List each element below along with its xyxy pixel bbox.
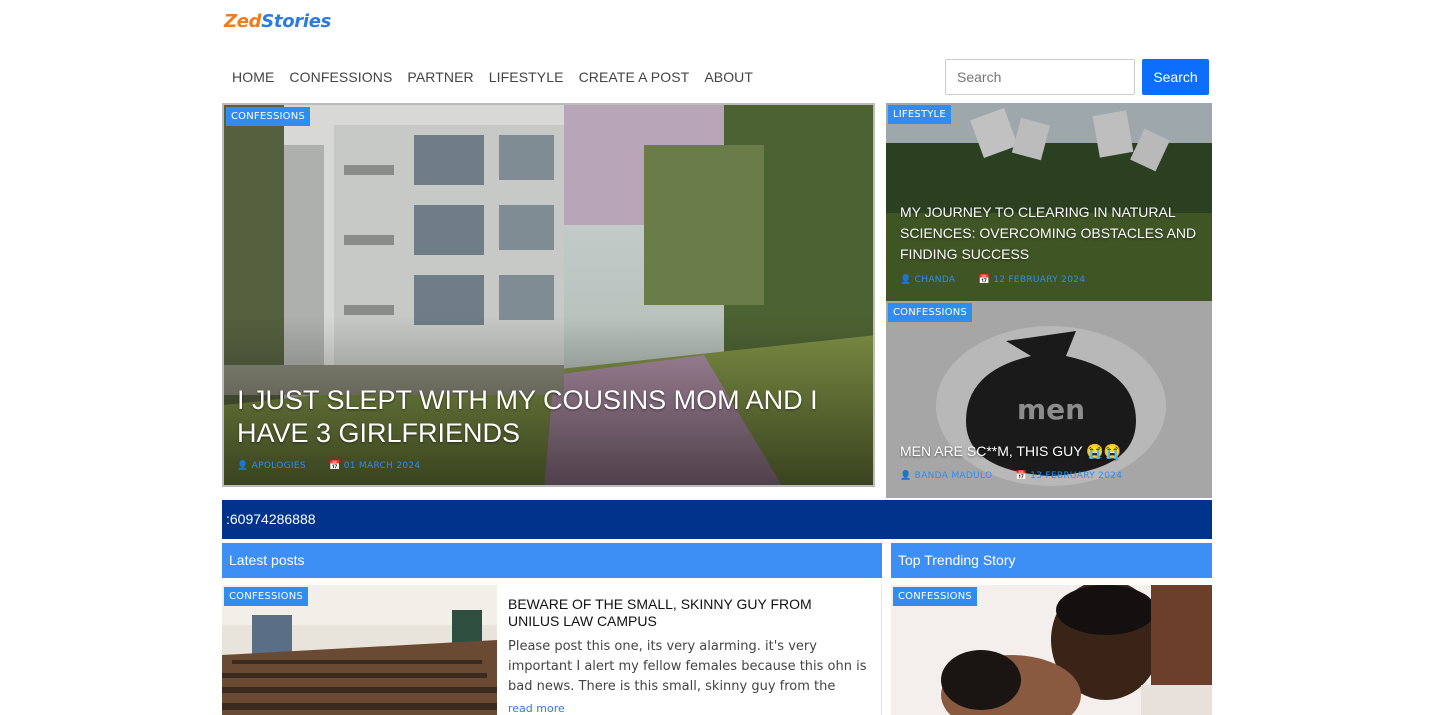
hero-post[interactable]: CONFESSIONS I JUST SLEPT WITH MY COUSINS… [222,103,875,487]
side-post-1-meta: 👤 CHANDA 📅 12 FEBRUARY 2024 [900,275,1086,285]
search-button[interactable]: Search [1142,59,1209,95]
site-logo[interactable]: ZedStories [224,11,331,32]
date-label: 📅 01 MARCH 2024 [329,461,421,471]
read-more-link[interactable]: read more [508,702,565,715]
post-title[interactable]: BEWARE OF THE SMALL, SKINNY GUY FROM UNI… [508,596,848,630]
category-badge[interactable]: CONFESSIONS [888,303,972,322]
trending-post[interactable]: CONFESSIONS [891,585,1212,715]
bag-text: men [1017,393,1085,426]
nav-about[interactable]: ABOUT [704,69,753,85]
nav-create-post[interactable]: CREATE A POST [579,69,690,85]
latest-post-item: CONFESSIONS BEWARE OF THE SMALL, SKINNY … [222,585,882,715]
post-date: 13 FEBRUARY 2024 [1030,471,1123,481]
category-badge[interactable]: CONFESSIONS [893,587,977,606]
post-excerpt: Please post this one, its very alarming.… [508,639,867,694]
author-name: APOLOGIES [251,461,306,471]
main-nav: HOME CONFESSIONS PARTNER LIFESTYLE CREAT… [232,69,768,85]
side-post-1-title[interactable]: MY JOURNEY TO CLEARING IN NATURAL SCIENC… [900,202,1200,265]
nav-confessions[interactable]: CONFESSIONS [289,69,392,85]
author-name: BANDA MADULO [914,471,993,481]
side-post-2-image: men [886,301,1212,498]
side-post-2-title[interactable]: MEN ARE SC**M, THIS GUY 😭😭 [900,441,1200,462]
category-badge[interactable]: CONFESSIONS [226,107,310,126]
search-input[interactable] [945,59,1135,95]
nav-home[interactable]: HOME [232,69,274,85]
nav-partner[interactable]: PARTNER [407,69,473,85]
hero-meta: 👤 APOLOGIES 📅 01 MARCH 2024 [237,461,440,471]
author-name: CHANDA [914,275,956,285]
logo-part-zed: Zed [224,11,262,32]
trending-heading: Top Trending Story [891,543,1212,578]
author-label: 👤 APOLOGIES [237,461,306,471]
latest-posts-heading: Latest posts [222,543,882,578]
nav-lifestyle[interactable]: LIFESTYLE [489,69,564,85]
side-post-2-meta: 👤 BANDA MADULO 📅 13 FEBRUARY 2024 [900,471,1123,481]
hero-title[interactable]: I JUST SLEPT WITH MY COUSINS MOM AND I H… [237,384,857,450]
side-post-1[interactable]: LIFESTYLE MY JOURNEY TO CLEARING IN NATU… [886,103,1212,301]
post-date: 12 FEBRUARY 2024 [993,275,1086,285]
post-date: 01 MARCH 2024 [343,461,421,471]
logo-part-stories: Stories [261,11,332,32]
category-badge[interactable]: CONFESSIONS [224,587,308,606]
news-ticker[interactable]: :60974286888 [222,500,1212,539]
post-thumbnail[interactable]: CONFESSIONS [222,585,497,715]
side-post-2[interactable]: men CONFESSIONS MEN ARE SC**M, THIS GUY … [886,301,1212,498]
category-badge[interactable]: LIFESTYLE [888,105,951,124]
